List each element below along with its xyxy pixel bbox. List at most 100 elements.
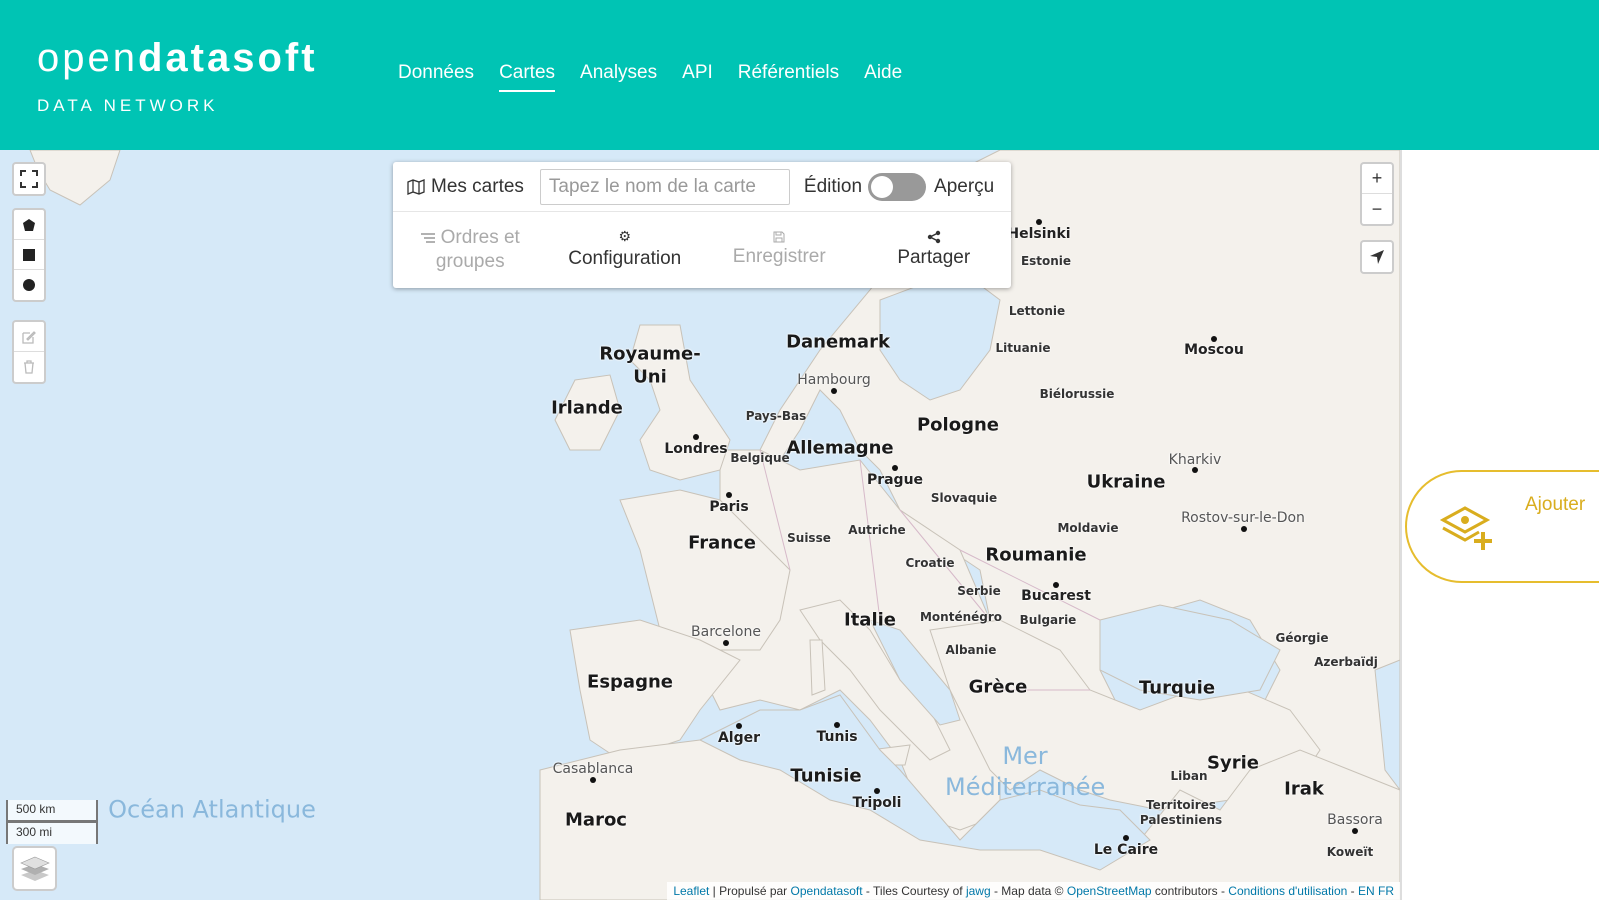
country-label-small: Suisse [787,531,831,545]
logo-subtitle: DATA NETWORK [37,96,219,115]
locate-button[interactable] [1362,242,1392,272]
country-label-small: Biélorussie [1039,387,1115,401]
city-label: Kharkiv [1168,452,1222,468]
edit-toolbar [12,320,46,384]
fullscreen-button[interactable] [14,164,44,194]
preview-label: Aperçu [934,175,995,197]
opendatasoft-link[interactable]: Opendatasoft [791,884,863,898]
locate-icon [1370,250,1384,264]
country-label: Italie [844,609,896,631]
attribution-text: contributors - [1151,884,1229,898]
edit-layers-button[interactable] [14,322,44,352]
country-label-small: Azerbaïdj [1314,655,1378,669]
map-toolbar: Mes cartes Édition Aperçu Ordres et grou… [393,162,1011,288]
city-label: Rostov-sur-le-Don [1181,510,1305,526]
country-label: Irlande [551,397,623,419]
toolbar-actions: Ordres et groupes ⚙ Configuration Enregi… [393,212,1011,287]
city-marker [1352,828,1358,834]
country-label-small: Moldavie [1057,521,1119,535]
configuration-button[interactable]: ⚙ Configuration [548,212,703,287]
logo-part-data: data [137,36,233,80]
map-name-input[interactable] [539,168,790,205]
city-label: Le Caire [1093,842,1159,858]
country-label-small: Bulgarie [1019,613,1077,627]
map-scale: 500 km 300 mi [6,800,98,844]
trash-icon [24,360,34,374]
save-label: Enregistrer [732,245,826,267]
country-label: Tunisie [790,765,862,787]
scale-mi: 300 mi [6,822,98,844]
attribution-text: | Propulsé par [709,884,791,898]
fullscreen-control [12,162,46,196]
country-label-small: Albanie [945,643,997,657]
city-label: Londres [664,441,728,457]
share-button[interactable]: Partager [857,212,1012,287]
zoom-out-button[interactable]: − [1362,194,1392,224]
attribution-text: - [1347,884,1358,898]
nav-api[interactable]: API [682,62,713,92]
country-label-small: Monténégro [919,610,1003,624]
layers-order-label-1: Ordres et [440,226,520,248]
circle-icon [23,279,35,291]
country-label: Syrie [1207,752,1259,774]
main-nav: Données Cartes Analyses API Référentiels… [398,62,902,92]
jawg-link[interactable]: jawg [966,884,991,898]
city-label: Tunis [816,729,858,745]
city-label: Prague [866,472,924,488]
leaflet-link[interactable]: Leaflet [673,884,709,898]
nav-referentiels[interactable]: Référentiels [738,62,839,92]
city-marker [590,777,596,783]
osm-link[interactable]: OpenStreetMap [1067,884,1152,898]
nav-donnees[interactable]: Données [398,62,474,92]
terms-link[interactable]: Conditions d'utilisation [1228,884,1347,898]
zoom-in-button[interactable]: + [1362,164,1392,194]
draw-polygon-button[interactable] [14,210,44,240]
country-label: Pologne [916,414,1000,436]
basemap-layers-button[interactable] [12,846,57,891]
edit-icon [22,330,36,344]
city-marker [693,434,699,440]
toolbar-top-row: Mes cartes Édition Aperçu [393,162,1011,212]
app-header: opendatasoft DATA NETWORK Données Cartes… [0,0,1599,150]
draw-rectangle-button[interactable] [14,240,44,270]
country-label: Danemark [786,331,890,353]
logo-part-soft: soft [232,36,318,80]
city-marker [831,388,837,394]
add-layer-icon [1439,506,1492,550]
save-button[interactable]: Enregistrer [702,212,857,287]
nav-aide[interactable]: Aide [864,62,902,92]
edit-preview-toggle[interactable] [868,172,927,201]
lang-fr-link[interactable]: FR [1378,884,1394,898]
my-maps-button[interactable]: Mes cartes [407,176,524,198]
add-layer-card[interactable]: Ajouter [1405,470,1599,583]
logo[interactable]: opendatasoft [37,36,318,81]
delete-layers-button[interactable] [14,352,44,382]
edition-label: Édition [803,175,863,197]
zoom-in-icon: + [1371,168,1383,188]
city-label: Alger [717,730,761,746]
zoom-out-icon: − [1371,198,1383,219]
nav-cartes[interactable]: Cartes [499,62,556,92]
attribution-text: - Tiles Courtesy of [862,884,966,898]
city-marker [736,723,742,729]
city-label: Helsinki [1007,226,1071,242]
gear-icon: ⚙ [618,227,632,244]
country-label-small: Lituanie [995,341,1051,355]
draw-toolbar [12,208,46,302]
polygon-icon [23,218,35,231]
country-label-small: Liban [1170,769,1208,783]
country-label-small: Slovaquie [930,491,998,505]
nav-analyses[interactable]: Analyses [580,62,657,92]
draw-circle-button[interactable] [14,270,44,300]
lang-en-link[interactable]: EN [1358,884,1375,898]
country-label-small: Croatie [905,556,955,570]
country-label-small: Koweït [1326,845,1374,859]
layers-icon [19,856,50,881]
city-marker [1036,219,1042,225]
country-label: Irak [1284,778,1324,800]
country-label: Ukraine [1086,471,1166,493]
country-label: Turquie [1138,677,1216,699]
attribution-text: - Map data © [990,884,1067,898]
layers-order-button[interactable]: Ordres et groupes [393,212,548,287]
country-label: Espagne [587,671,673,693]
